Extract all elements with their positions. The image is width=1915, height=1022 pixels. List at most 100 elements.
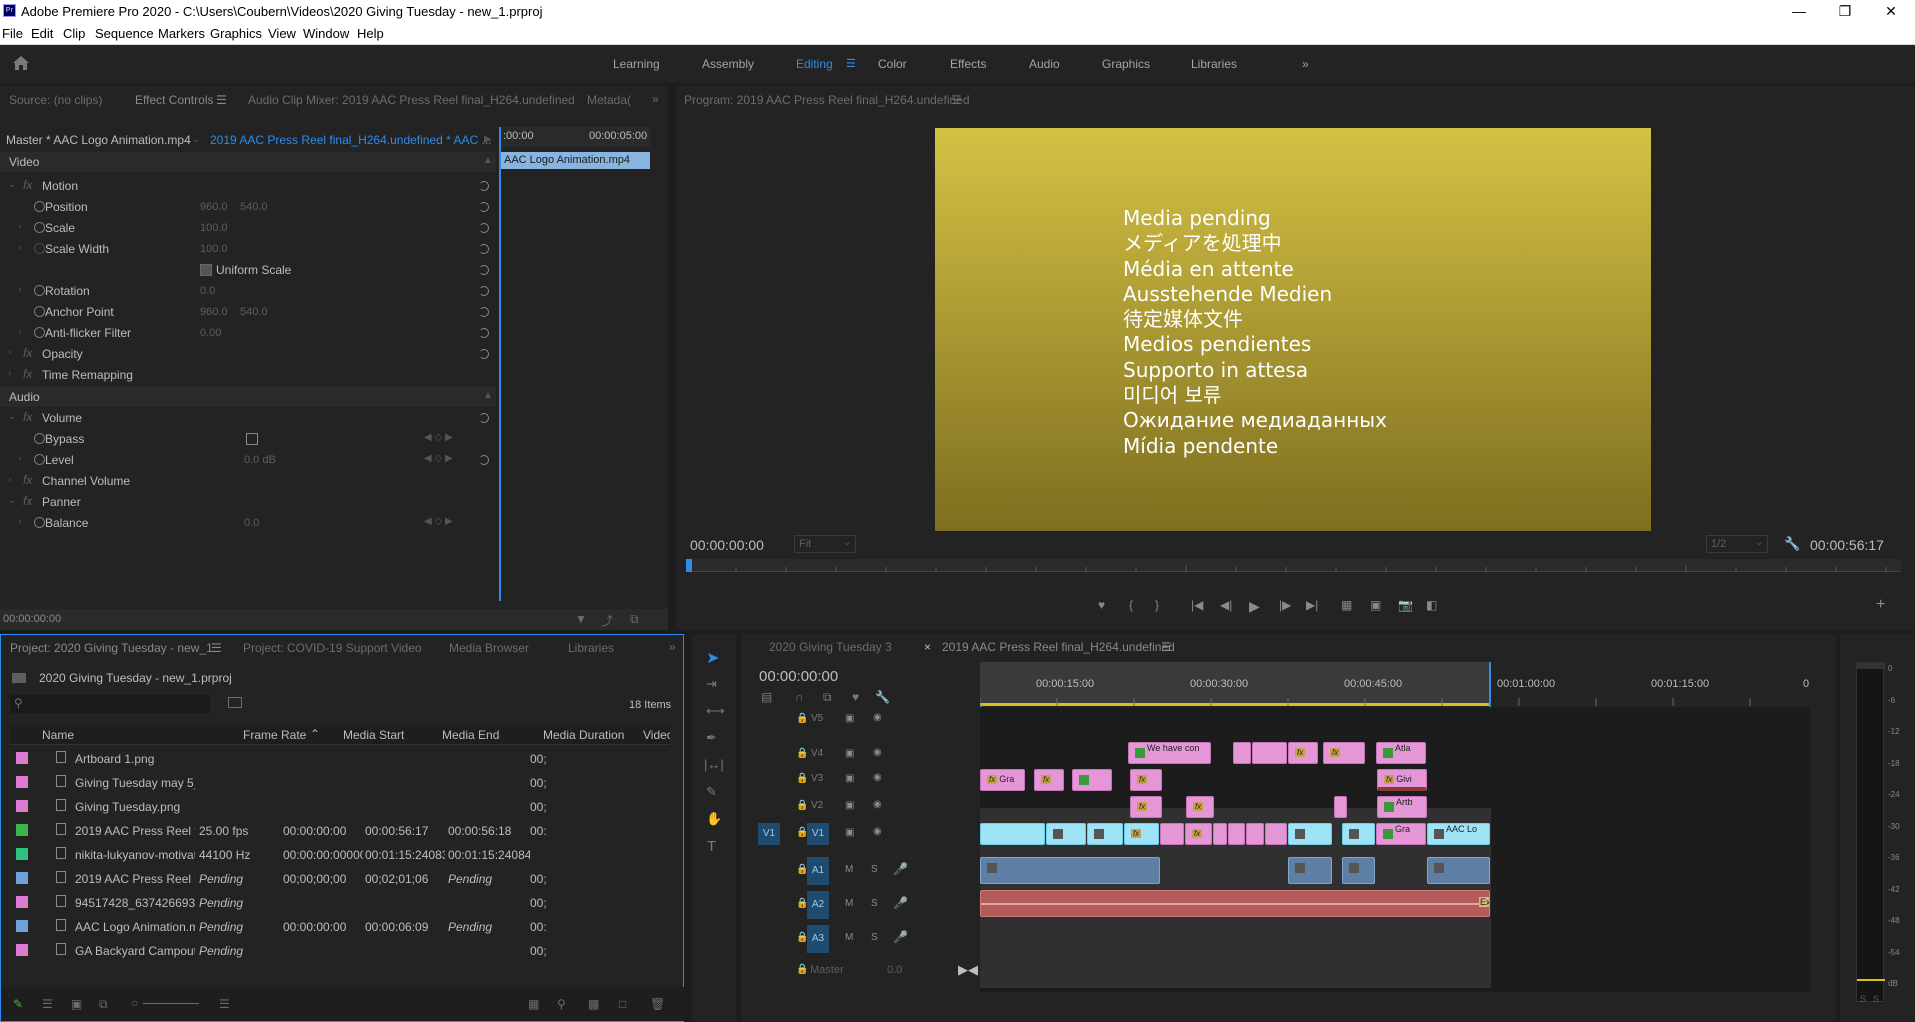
- lock-icon[interactable]: 🔒: [796, 713, 808, 724]
- reset-icon[interactable]: [479, 286, 489, 296]
- workspace-color[interactable]: Color: [878, 57, 907, 71]
- label-color-swatch[interactable]: [16, 944, 28, 956]
- reset-icon[interactable]: [479, 455, 489, 465]
- track-label-v3[interactable]: V3: [811, 773, 823, 784]
- item-name[interactable]: nikita-lukyanov-motivation: [75, 848, 195, 862]
- list-view-icon[interactable]: ☰: [42, 997, 53, 1011]
- clip-v4-atla[interactable]: Atla: [1376, 742, 1426, 764]
- scale-row[interactable]: › Scale 100.0: [8, 218, 498, 238]
- label-color-swatch[interactable]: [16, 752, 28, 764]
- step-back-icon[interactable]: ◀|: [1220, 598, 1232, 612]
- menu-help[interactable]: Help: [357, 26, 384, 41]
- clip-v1[interactable]: [1265, 823, 1287, 845]
- tab-project-covid[interactable]: Project: COVID-19 Support Video: [243, 641, 422, 655]
- stopwatch-icon[interactable]: [34, 243, 45, 254]
- expand-icon[interactable]: ⌄: [8, 179, 16, 190]
- eye-icon[interactable]: ◉: [873, 712, 882, 723]
- position-y-value[interactable]: 540.0: [240, 201, 268, 213]
- collapse-icon[interactable]: ▲: [483, 155, 493, 166]
- col-frame-rate[interactable]: Frame Rate: [243, 728, 306, 742]
- uniform-scale-checkbox[interactable]: [200, 264, 212, 276]
- zoom-slider-icon[interactable]: ○: [131, 996, 138, 1010]
- item-name[interactable]: Giving Tuesday.png: [75, 800, 195, 814]
- bypass-row[interactable]: Bypass ◀ ◇ ▶: [8, 429, 498, 449]
- program-video-frame[interactable]: Media pending メディアを処理中 Média en attente …: [935, 128, 1651, 531]
- expand-icon[interactable]: ›: [18, 326, 21, 337]
- snap-icon[interactable]: ∩: [795, 690, 804, 704]
- sort-icons-icon[interactable]: ☰: [219, 997, 230, 1011]
- workspace-menu-icon[interactable]: ☰: [846, 57, 856, 70]
- label-color-swatch[interactable]: [16, 800, 28, 812]
- track-header-master[interactable]: 🔒 Master 0.0 ▶◀: [615, 960, 978, 982]
- project-search-input[interactable]: ⚲: [10, 695, 210, 713]
- workspace-libraries[interactable]: Libraries: [1191, 57, 1237, 71]
- fit-dropdown[interactable]: Fit ⌄: [794, 535, 856, 553]
- anchor-y-value[interactable]: 540.0: [240, 306, 268, 318]
- expand-icon[interactable]: ›: [8, 368, 11, 379]
- stopwatch-icon[interactable]: [34, 285, 45, 296]
- mark-in-icon[interactable]: {: [1129, 598, 1133, 612]
- item-name[interactable]: 2019 AAC Press Reel final_: [75, 824, 195, 838]
- track-header-v1[interactable]: V1 🔒 V1 ▣ ◉: [615, 823, 882, 845]
- item-name[interactable]: AAC Logo Animation.mp4: [75, 920, 195, 934]
- program-monitor-title[interactable]: Program: 2019 AAC Press Reel final_H264.…: [684, 93, 970, 107]
- zoom-slider[interactable]: [143, 1003, 199, 1004]
- expand-icon[interactable]: ›: [18, 221, 21, 232]
- workspace-assembly[interactable]: Assembly: [702, 57, 754, 71]
- item-name[interactable]: 94517428_6374266937653: [75, 896, 195, 910]
- workspace-audio[interactable]: Audio: [1029, 57, 1060, 71]
- reset-icon[interactable]: [479, 223, 489, 233]
- label-color-swatch[interactable]: [16, 920, 28, 932]
- linked-selection-icon[interactable]: ⧉: [823, 690, 832, 705]
- clip-v4[interactable]: fx: [1288, 742, 1318, 764]
- workspace-graphics[interactable]: Graphics: [1102, 57, 1150, 71]
- pencil-icon[interactable]: ✎: [13, 997, 23, 1011]
- lock-icon[interactable]: 🔒: [796, 964, 808, 975]
- col-media-start[interactable]: Media Start: [343, 728, 404, 742]
- share-icon[interactable]: ⧉: [630, 612, 639, 627]
- new-item-icon[interactable]: □: [619, 997, 626, 1011]
- mute-icon[interactable]: M: [845, 932, 853, 943]
- clip-v2[interactable]: fx: [1130, 796, 1162, 818]
- tab-media-browser[interactable]: Media Browser: [449, 641, 529, 655]
- menu-markers[interactable]: Markers: [158, 26, 205, 41]
- lock-icon[interactable]: 🔒: [796, 773, 808, 784]
- clip-v1-aac-logo[interactable]: AAC Lo: [1427, 823, 1490, 845]
- project-item-row[interactable]: GA Backyard Campout 2_P Pending 00;: [10, 938, 550, 962]
- expand-icon[interactable]: ⌄: [8, 495, 16, 506]
- workspace-effects[interactable]: Effects: [950, 57, 986, 71]
- eye-icon[interactable]: ◉: [873, 826, 882, 837]
- panner-row[interactable]: ⌄ fx Panner: [8, 492, 498, 512]
- clip-v1[interactable]: [1213, 823, 1227, 845]
- clip-a1[interactable]: [980, 857, 1160, 884]
- track-label-v2[interactable]: V2: [811, 800, 823, 811]
- close-tab-icon[interactable]: ×: [924, 640, 931, 654]
- track-header-a1[interactable]: 🔒 A1 M S 🎤: [615, 857, 908, 885]
- track-label-a2[interactable]: A2: [807, 891, 829, 919]
- clip-v3[interactable]: fx: [1130, 769, 1162, 791]
- extract-icon[interactable]: ▣: [1370, 598, 1381, 612]
- icon-view-icon[interactable]: ▣: [71, 997, 82, 1011]
- track-header-v4[interactable]: 🔒 V4 ▣ ◉: [615, 744, 882, 766]
- play-only-icon[interactable]: ▶: [484, 134, 492, 145]
- tab-effect-controls[interactable]: Effect Controls: [135, 93, 213, 107]
- fx-icon[interactable]: fx: [23, 367, 32, 381]
- clip-v1[interactable]: fx: [1124, 823, 1159, 845]
- trash-icon[interactable]: 🗑: [650, 997, 665, 1011]
- fx-icon[interactable]: fx: [23, 178, 32, 192]
- reset-icon[interactable]: [479, 413, 489, 423]
- go-to-in-icon[interactable]: |◀: [1191, 598, 1203, 612]
- expand-icon[interactable]: ⌄: [8, 411, 16, 422]
- clip-v1[interactable]: [1246, 823, 1264, 845]
- label-color-swatch[interactable]: [16, 776, 28, 788]
- mini-playhead[interactable]: [499, 127, 501, 601]
- item-name[interactable]: Giving Tuesday may 5_grap: [75, 776, 195, 790]
- compare-view-icon[interactable]: ◧: [1426, 598, 1437, 612]
- clip-a1[interactable]: [1427, 857, 1490, 884]
- project-item-row[interactable]: Artboard 1.png 00;: [10, 746, 550, 770]
- motion-row[interactable]: ⌄ fx Motion: [8, 176, 498, 196]
- balance-row[interactable]: › Balance 0.0 ◀ ◇ ▶: [8, 513, 498, 533]
- position-row[interactable]: Position 960.0 540.0: [8, 197, 498, 217]
- clip-v4[interactable]: [1233, 742, 1251, 764]
- menu-sequence[interactable]: Sequence: [95, 26, 154, 41]
